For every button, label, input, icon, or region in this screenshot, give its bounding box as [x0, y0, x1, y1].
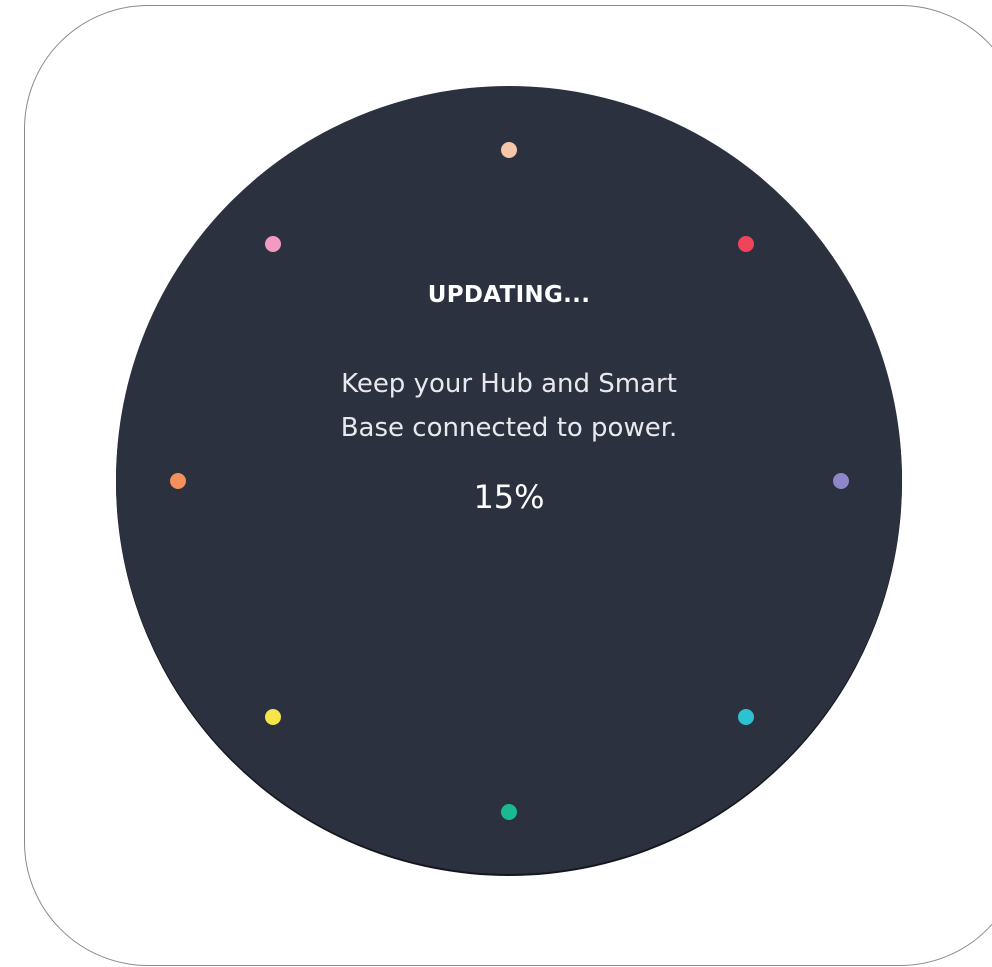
- power-instruction-message: Keep your Hub and Smart Base connected t…: [116, 362, 902, 450]
- message-line-2: Base connected to power.: [340, 413, 678, 443]
- update-status-title: UPDATING...: [427, 282, 591, 308]
- dot-top: [501, 142, 517, 158]
- dot-bottom-right: [738, 709, 754, 725]
- progress-percentage: 15%: [473, 478, 545, 516]
- message-line-1: Keep your Hub and Smart: [341, 369, 677, 399]
- dot-bottom: [501, 804, 517, 820]
- dot-top-right: [738, 236, 754, 252]
- dot-top-left: [265, 236, 281, 252]
- round-display: UPDATING... Keep your Hub and Smart Base…: [116, 86, 902, 874]
- dot-bottom-left: [265, 709, 281, 725]
